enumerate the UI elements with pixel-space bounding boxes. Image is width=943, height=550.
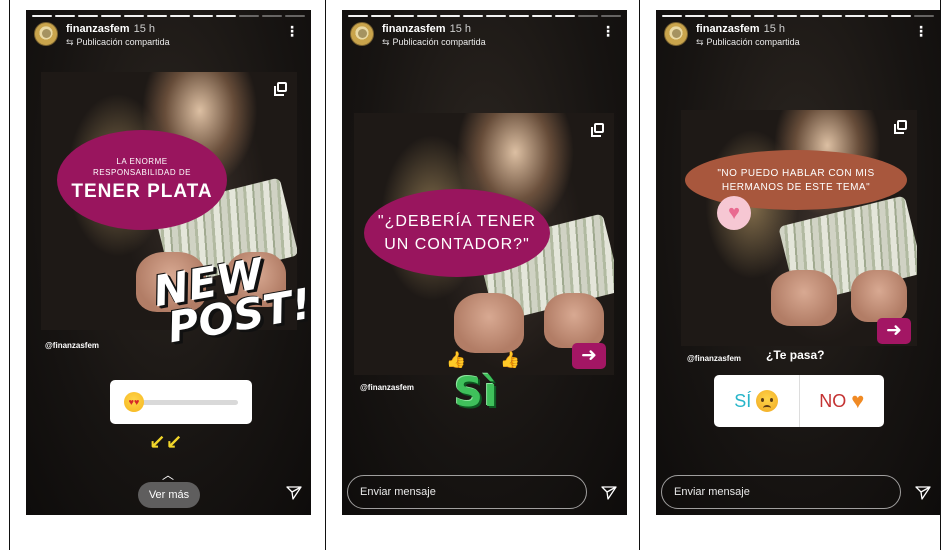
story-progress-bar: [662, 15, 935, 17]
orange-heart-icon: ♥: [851, 388, 865, 413]
username[interactable]: finanzasfem 15 h: [382, 23, 471, 35]
repost-icon: ⇆: [382, 37, 390, 47]
arrow-right-icon: ➜: [877, 318, 911, 344]
sad-face-icon: [756, 390, 779, 412]
shared-post-label: ⇆ Publicación compartida: [66, 37, 170, 47]
shared-post-image[interactable]: "NO PUEDO HABLAR CON MIS HERMANOS DE EST…: [681, 110, 917, 346]
post-handle: @finanzasfem: [687, 354, 742, 363]
si-sticker: Sì: [454, 370, 499, 416]
poll-option-yes[interactable]: SÍ: [714, 375, 800, 427]
story-header: finanzasfem 15 h ⇆ Publicación compartida …: [664, 22, 932, 52]
yellow-arrows-sticker: ↙↙: [149, 432, 183, 454]
story-header: finanzasfem 15 h ⇆ Publicación compartida …: [34, 22, 303, 52]
more-vertical-icon[interactable]: ⋮: [601, 24, 615, 38]
ver-mas-button[interactable]: Ver más: [138, 482, 200, 508]
thumbs-up-icon: 👍: [500, 352, 520, 369]
shared-post-label: ⇆ Publicación compartida: [696, 37, 800, 47]
avatar[interactable]: [34, 22, 58, 46]
repost-icon: ⇆: [696, 37, 704, 47]
story-progress-bar: [32, 15, 305, 17]
avatar[interactable]: [664, 22, 688, 46]
story-header: finanzasfem 15 h ⇆ Publicación compartida …: [350, 22, 619, 52]
question-bubble: "¿DEBERÍA TENER UN CONTADOR?": [364, 189, 550, 277]
carousel-icon: [894, 120, 907, 134]
username[interactable]: finanzasfem 15 h: [66, 23, 155, 35]
story-progress-bar: [348, 15, 621, 17]
table-divider-1: [325, 0, 326, 550]
headline-bubble: LA ENORME RESPONSABILIDAD DE TENER PLATA: [57, 130, 227, 230]
table-divider-2: [639, 0, 640, 550]
quote-bubble: "NO PUEDO HABLAR CON MIS HERMANOS DE EST…: [685, 150, 907, 210]
send-icon[interactable]: [286, 486, 302, 500]
message-input[interactable]: Enviar mensaje: [347, 475, 587, 509]
poll-option-no[interactable]: NO ♥: [800, 375, 885, 427]
story-panel-2[interactable]: finanzasfem 15 h ⇆ Publicación compartida …: [342, 10, 627, 515]
table-border-left: [9, 0, 10, 550]
post-time: 15 h: [449, 23, 471, 35]
arrow-right-icon: ➜: [572, 343, 606, 369]
heart-icon: ♥: [717, 196, 751, 230]
heart-eyes-emoji-icon[interactable]: ♥♥: [124, 392, 144, 412]
story-panel-3[interactable]: finanzasfem 15 h ⇆ Publicación compartida …: [656, 10, 940, 515]
poll-question: ¿Te pasa?: [766, 348, 825, 362]
username[interactable]: finanzasfem 15 h: [696, 23, 785, 35]
story-panel-1[interactable]: finanzasfem 15 h ⇆ Publicación compartida …: [26, 10, 311, 515]
post-time: 15 h: [763, 23, 785, 35]
post-handle: @finanzasfem: [45, 341, 100, 350]
send-icon[interactable]: [601, 486, 617, 500]
shared-post-label: ⇆ Publicación compartida: [382, 37, 486, 47]
message-input[interactable]: Enviar mensaje: [661, 475, 901, 509]
send-icon[interactable]: [915, 486, 931, 500]
more-vertical-icon[interactable]: ⋮: [914, 24, 928, 38]
post-time: 15 h: [133, 23, 155, 35]
thumbs-up-icon: 👍: [446, 352, 466, 369]
chevron-up-icon[interactable]: ︿: [162, 466, 174, 483]
emoji-slider[interactable]: ♥♥: [110, 380, 252, 424]
avatar[interactable]: [350, 22, 374, 46]
post-handle: @finanzasfem: [360, 383, 415, 392]
more-vertical-icon[interactable]: ⋮: [285, 24, 299, 38]
carousel-icon: [274, 82, 287, 96]
table-border-right: [940, 0, 941, 550]
carousel-icon: [591, 123, 604, 137]
shared-post-image[interactable]: "¿DEBERÍA TENER UN CONTADOR?" ➜: [354, 113, 614, 375]
repost-icon: ⇆: [66, 37, 74, 47]
poll-sticker[interactable]: SÍ NO ♥: [714, 375, 884, 427]
